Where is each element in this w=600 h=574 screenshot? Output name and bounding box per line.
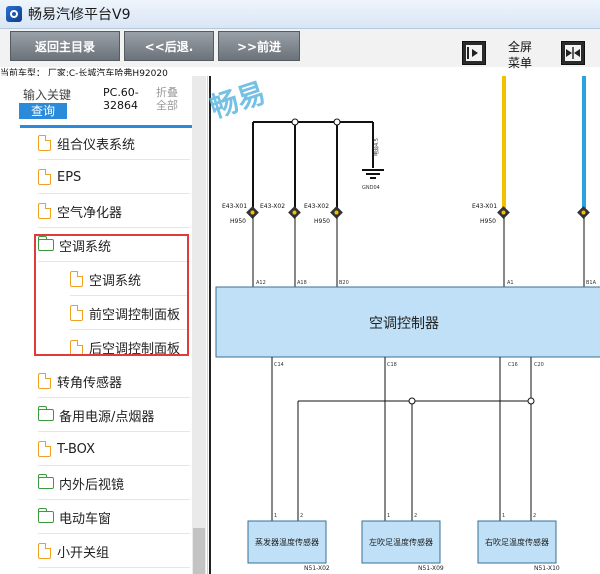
fullscreen-label-line1: 全屏 [507, 40, 532, 54]
tree-item-label: EPS [57, 169, 82, 185]
file-icon [38, 169, 51, 185]
bottom-pin: C16 [508, 362, 518, 368]
sensor-label: 蒸发器温度传感器 [255, 537, 319, 547]
tree-item-switch-group[interactable]: 小开关组 [38, 535, 190, 568]
file-icon [38, 373, 51, 389]
file-icon [38, 543, 51, 559]
wiring-diagram-panel: 畅易 电源4.5 GND04 E43-X01 E43-X02 E43-X02 E… [208, 76, 600, 574]
tree-item-instrument-cluster[interactable]: 组合仪表系统 [38, 127, 190, 160]
document-code-line1: PC.60- [103, 86, 139, 99]
wire-code: H950 [230, 218, 246, 225]
fullscreen-menu-label[interactable]: 全屏 菜单 [500, 39, 540, 71]
highlight-box [34, 234, 189, 356]
collapse-all-line1: 折叠 [156, 86, 178, 99]
tree-item-label: 电动车窗 [59, 511, 112, 527]
tree-item-steering-angle-sensor[interactable]: 转角传感器 [38, 365, 190, 398]
search-keyword-input[interactable]: 输入关键 [23, 86, 71, 103]
bottom-pin: C14 [274, 362, 284, 368]
ground-label: GND04 [362, 185, 380, 191]
wire-code: H950 [480, 218, 496, 225]
document-code: PC.60- 32864 [103, 86, 151, 112]
tree-item-eps[interactable]: EPS [38, 161, 190, 194]
forward-button[interactable]: >>前进 [218, 31, 300, 61]
tree-item-tbox[interactable]: T-BOX [38, 433, 190, 466]
tree-item-label: 小开关组 [57, 545, 110, 561]
home-button[interactable]: 返回主目录 [10, 31, 120, 61]
sensor-label: 右吹足温度传感器 [485, 537, 549, 547]
folder-icon [38, 474, 54, 489]
tree-folder-mirrors[interactable]: 内外后视镜 [38, 467, 190, 500]
controller-label: 空调控制器 [369, 316, 439, 332]
wire-code: H950 [314, 218, 330, 225]
bottom-pin: C18 [387, 362, 397, 368]
title-bar: 畅易汽修平台V9 [0, 0, 600, 29]
arrow-right-icon [466, 45, 482, 61]
sensor-label: 左吹足温度传感器 [369, 537, 433, 547]
sensor-pin: 1 [274, 513, 277, 519]
ground-vertical-text: 电源4.5 [373, 138, 380, 156]
top-pin: B20 [339, 280, 349, 286]
fullscreen-label-line2: 菜单 [507, 56, 532, 70]
connector-label: E43-X02 [260, 203, 285, 210]
connector-label: E43-X01 [472, 203, 497, 210]
sensor-pin: 2 [300, 513, 303, 519]
top-pin: A18 [297, 280, 307, 286]
file-icon [38, 441, 51, 457]
search-button[interactable]: 查询 [19, 103, 67, 119]
back-button[interactable]: <<后退. [124, 31, 214, 61]
tree-item-label: T-BOX [57, 441, 95, 457]
connector-label: E43-X02 [304, 203, 329, 210]
sensor-pin: 1 [502, 513, 505, 519]
tree-item-label: 组合仪表系统 [57, 137, 136, 153]
folder-icon [38, 508, 54, 523]
tree-item-label: 转角传感器 [57, 375, 123, 391]
file-icon [38, 135, 51, 151]
sensor-code: N51-X09 [418, 565, 444, 572]
expand-panel-button[interactable] [462, 41, 486, 65]
tree-item-label: 空气净化器 [57, 205, 123, 221]
sensor-pin: 2 [414, 513, 417, 519]
bottom-pin: C20 [534, 362, 544, 368]
collapse-all-line2: 全部 [156, 99, 178, 112]
connector-label: E43-X01 [222, 203, 247, 210]
tree-item-air-purifier[interactable]: 空气净化器 [38, 195, 190, 228]
top-pin: A1 [507, 280, 514, 286]
sensor-code: N51-X02 [304, 565, 330, 572]
watermark-text: 畅易 [208, 77, 269, 124]
top-pin: B1A [586, 280, 597, 286]
connector-diamonds [246, 206, 590, 219]
folder-icon [38, 406, 54, 421]
sensor-pin: 1 [387, 513, 390, 519]
app-logo-icon [6, 6, 22, 22]
scrollbar-thumb[interactable] [193, 528, 205, 574]
tree-folder-power-lighter[interactable]: 备用电源/点烟器 [38, 399, 190, 432]
sensor-pin: 2 [533, 513, 536, 519]
tree-item-label: 备用电源/点烟器 [59, 409, 155, 425]
sensor-code: N51-X10 [534, 565, 560, 572]
tree-folder-power-windows[interactable]: 电动车窗 [38, 501, 190, 534]
window-title: 畅易汽修平台V9 [28, 7, 131, 23]
tree-item-label: 内外后视镜 [59, 477, 125, 493]
sidebar-scrollbar[interactable] [192, 76, 206, 574]
top-pin: A12 [256, 280, 266, 286]
wiring-diagram: 畅易 电源4.5 GND04 E43-X01 E43-X02 E43-X02 E… [208, 76, 600, 574]
document-code-line2: 32864 [103, 99, 138, 112]
collapse-panel-button[interactable] [561, 41, 585, 65]
collapse-all-button[interactable]: 折叠 全部 [156, 86, 192, 112]
arrows-in-icon [565, 45, 581, 61]
file-icon [38, 203, 51, 219]
